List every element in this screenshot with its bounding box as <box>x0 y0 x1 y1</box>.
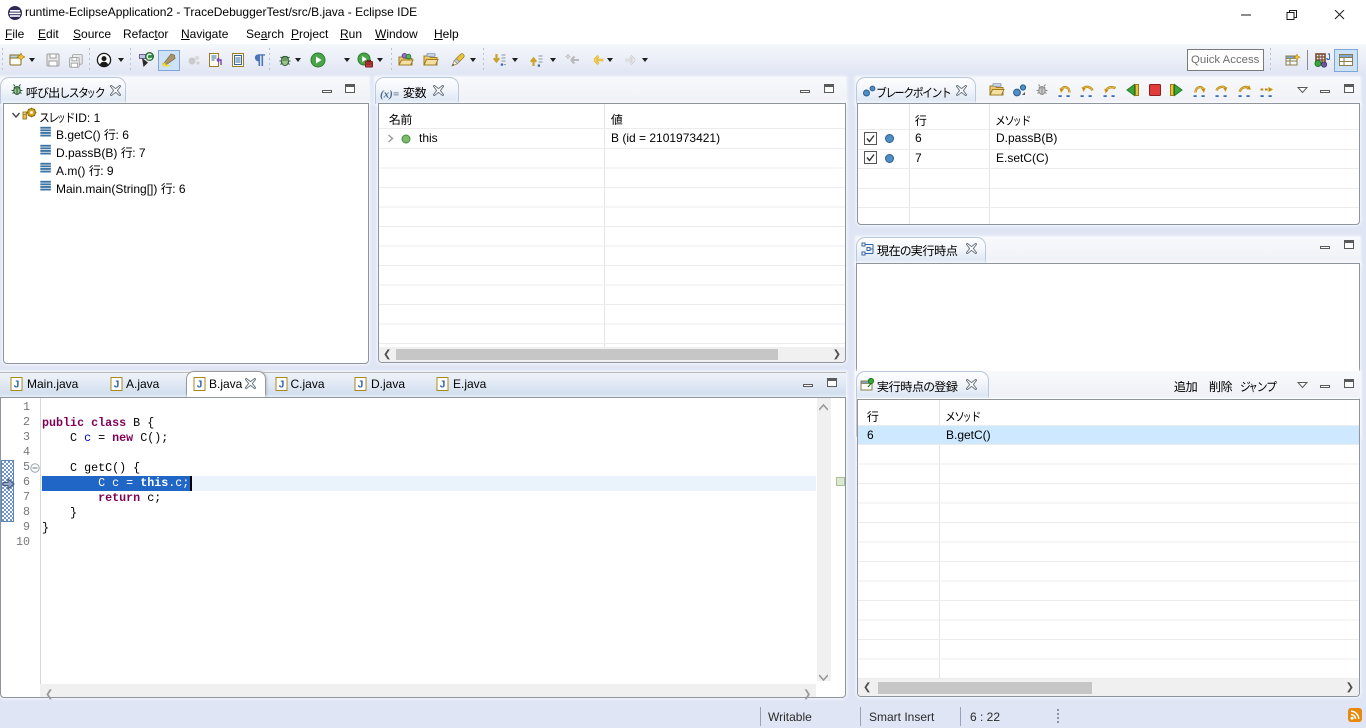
svg-text:J: J <box>196 380 202 391</box>
svg-text:J: J <box>358 380 364 391</box>
svg-text:J: J <box>278 380 284 391</box>
svg-text:J: J <box>14 380 20 391</box>
svg-text:J: J <box>1326 52 1330 62</box>
svg-text:J: J <box>440 380 446 391</box>
svg-text:J: J <box>113 380 119 391</box>
svg-text:(x)=: (x)= <box>380 89 399 101</box>
